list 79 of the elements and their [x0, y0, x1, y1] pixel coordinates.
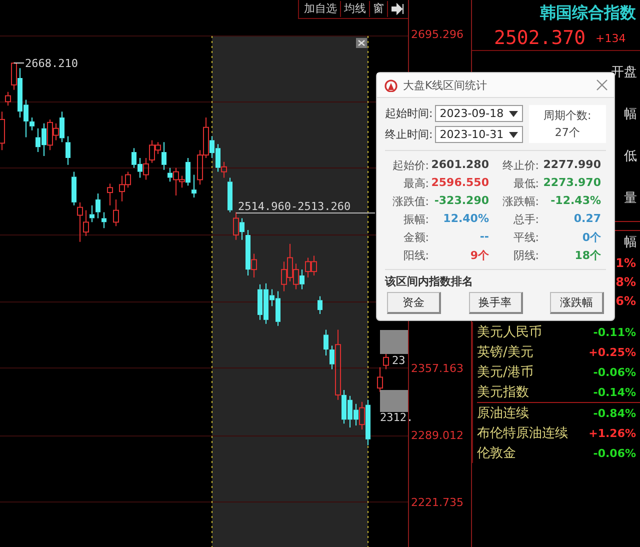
stat-value: 2277.990	[542, 158, 601, 173]
stat-label: 起始价:	[391, 158, 429, 173]
logo-icon	[383, 78, 399, 92]
stat-label: 终止价:	[501, 158, 539, 173]
index-price: 2502.370	[494, 27, 586, 49]
stat-value: --	[478, 230, 489, 245]
price-label: 23	[392, 354, 406, 367]
period-label: 周期个数:	[544, 108, 592, 123]
stat-value: 0个	[581, 230, 601, 245]
stat-label: 涨跌幅:	[501, 194, 539, 209]
stat-label: 金额:	[402, 230, 429, 245]
toolbar-button[interactable]: 均线	[341, 1, 370, 17]
stat-label: 阳线:	[402, 248, 429, 263]
market-change: -0.06%	[593, 446, 636, 460]
toolbar-button[interactable]: 窗	[370, 1, 388, 17]
section-title: 该区间内指数排名	[385, 274, 474, 290]
field-label: 终止时间:	[385, 127, 433, 142]
price-tag	[380, 330, 408, 354]
field-label: 幅	[624, 234, 637, 251]
leader-line	[14, 62, 24, 64]
close-icon[interactable]	[596, 79, 608, 91]
stat-value: 2596.550	[430, 176, 489, 191]
ranking-button[interactable]: 涨跌幅	[550, 292, 604, 314]
stat-label: 涨跌值:	[391, 194, 429, 209]
toolbar-button[interactable]: 加自选	[301, 1, 341, 17]
stat-label: 最高:	[402, 176, 429, 191]
index-name: 韩国综合指数	[539, 2, 637, 24]
stat-value: 9个	[469, 248, 489, 263]
axis-label: 2289.012	[411, 429, 464, 442]
market-name[interactable]: 布伦特原油连续	[477, 424, 568, 442]
field-label: 量	[624, 190, 637, 207]
dialog-title: 大盘K线区间统计	[403, 78, 488, 92]
price-label: 2514.960-2513.260	[238, 200, 351, 213]
stat-label: 最低:	[512, 176, 539, 191]
market-change: -0.84%	[593, 406, 636, 420]
change-value: 1%	[616, 256, 636, 270]
stat-label: 振幅:	[402, 212, 429, 227]
market-change: +0.25%	[588, 346, 636, 358]
stat-label: 阴线:	[512, 248, 539, 263]
axis-label: 2221.735	[411, 496, 464, 509]
price-tag	[380, 390, 408, 412]
market-change: -0.11%	[593, 326, 636, 338]
market-name[interactable]: 美元人民币	[477, 323, 542, 341]
stat-value: 2273.970	[542, 176, 601, 191]
change-value: 6%	[616, 294, 636, 308]
period-count: 27个	[554, 125, 580, 140]
ranking-button[interactable]: 资金	[387, 292, 441, 314]
field-label: 幅	[624, 106, 637, 123]
field-label: 低	[624, 148, 637, 165]
market-name[interactable]: 英镑/美元	[477, 343, 534, 361]
market-change: -0.14%	[593, 386, 636, 398]
axis-label: 2357.163	[411, 362, 464, 376]
market-name[interactable]: 原油连续	[477, 404, 529, 422]
market-change: +1.26%	[588, 426, 636, 440]
change-value: 8%	[616, 274, 636, 288]
stat-value: 0.27	[572, 212, 601, 227]
ranking-button[interactable]: 换手率	[468, 292, 522, 314]
stat-value: -12.43%	[550, 194, 601, 209]
pin-icon[interactable]	[391, 3, 405, 15]
market-change: -0.06%	[593, 366, 636, 378]
stat-value: 2601.280	[430, 158, 489, 173]
dropdown-icon	[508, 132, 518, 138]
price-label: 2668.210	[25, 57, 78, 70]
candle	[318, 296, 322, 314]
stat-value: 18个	[574, 248, 601, 263]
start-date-dropdown[interactable]: 2023-09-18	[434, 105, 523, 122]
end-date-dropdown[interactable]: 2023-10-31	[434, 126, 523, 143]
index-change: +134	[596, 32, 626, 44]
market-name[interactable]: 美元/港币	[477, 363, 534, 381]
stat-value: -323.290	[433, 194, 489, 209]
stat-value: 12.40%	[442, 212, 489, 227]
market-name[interactable]: 美元指数	[477, 383, 529, 401]
stat-label: 平线:	[512, 230, 539, 245]
candle	[0, 111, 5, 151]
dropdown-icon	[508, 110, 518, 116]
market-name[interactable]: 伦敦金	[477, 444, 516, 462]
field-label: 起始时间:	[385, 106, 433, 121]
axis-label: 2695.296	[411, 28, 464, 42]
stat-label: 总手:	[512, 212, 539, 227]
